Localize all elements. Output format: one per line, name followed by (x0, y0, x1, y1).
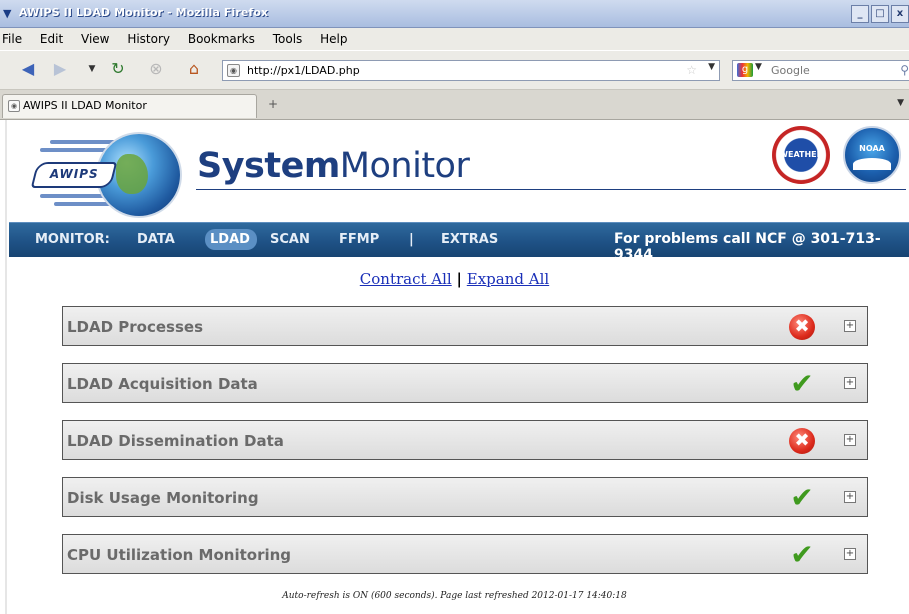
url-input[interactable] (247, 62, 687, 78)
expand-toggle-button[interactable]: + (844, 320, 856, 332)
nav-item-scan[interactable]: SCAN (270, 232, 310, 247)
tab-list-icon[interactable]: ▼ (897, 98, 904, 108)
menu-view[interactable]: View (73, 28, 115, 46)
navigation-toolbar: ◀ ▶ ▼ ↻ ⊗ ⌂ ◉ ☆ ▼ g ▼ ⚲ (0, 51, 909, 90)
page-title: SystemMonitor (197, 146, 470, 186)
noaa-seal-logo: NOAA (843, 126, 901, 184)
support-phone-text: For problems call NCF @ 301-713-9344 (614, 231, 881, 263)
close-button[interactable]: x (891, 5, 909, 23)
expand-all-link[interactable]: Expand All (467, 270, 549, 288)
nav-item-ldad[interactable]: LDAD (210, 232, 250, 247)
title-rest: Monitor (339, 146, 470, 186)
panel-label: LDAD Processes (67, 318, 204, 336)
links-separator: | (456, 270, 462, 288)
menu-tools[interactable]: Tools (265, 28, 309, 46)
menu-bar: File Edit View History Bookmarks Tools H… (0, 28, 909, 50)
expand-toggle-button[interactable]: + (844, 491, 856, 503)
tab-label: AWIPS II LDAD Monitor (23, 99, 147, 112)
ok-checkmark-icon: ✔ (790, 367, 814, 400)
tab-bar: ◉ AWIPS II LDAD Monitor + ▼ (0, 90, 909, 120)
nav-separator: | (409, 232, 414, 247)
search-bar[interactable]: g ▼ ⚲ (732, 60, 909, 81)
awips-logo: AWIPS (26, 134, 206, 218)
panel-ldad-processes[interactable]: LDAD Processes ✖ + (62, 306, 868, 346)
site-favicon-icon: ◉ (227, 64, 240, 77)
ok-checkmark-icon: ✔ (790, 538, 814, 571)
window-menu-icon[interactable]: ▼ (3, 7, 17, 21)
auto-refresh-status: Auto-refresh is ON (600 seconds). Page l… (282, 591, 627, 601)
stop-icon[interactable]: ⊗ (146, 60, 166, 80)
window-titlebar[interactable]: ▼ AWIPS II LDAD Monitor - Mozilla Firefo… (0, 0, 909, 28)
window-controls: _ □ x (851, 5, 909, 23)
menu-history[interactable]: History (119, 28, 176, 46)
engine-dropdown-icon[interactable]: ▼ (755, 62, 762, 72)
ok-checkmark-icon: ✔ (790, 481, 814, 514)
nws-seal-logo: WEATHER (772, 126, 830, 184)
panel-ldad-acquisition-data[interactable]: LDAD Acquisition Data ✔ + (62, 363, 868, 403)
nav-item-ffmp[interactable]: FFMP (339, 232, 379, 247)
menu-file[interactable]: File (0, 28, 28, 46)
google-engine-icon[interactable]: g (737, 63, 753, 77)
history-dropdown-icon[interactable]: ▼ (82, 60, 102, 80)
awips-badge: AWIPS (30, 162, 118, 188)
maximize-button[interactable]: □ (871, 5, 889, 23)
url-bar[interactable]: ◉ ☆ ▼ (222, 60, 720, 81)
panel-disk-usage-monitoring[interactable]: Disk Usage Monitoring ✔ + (62, 477, 868, 517)
minimize-button[interactable]: _ (851, 5, 869, 23)
menu-help[interactable]: Help (312, 28, 353, 46)
expand-toggle-button[interactable]: + (844, 434, 856, 446)
panel-label: LDAD Acquisition Data (67, 375, 258, 393)
awips-logo-text: AWIPS (49, 167, 99, 181)
new-tab-button[interactable]: + (268, 97, 278, 111)
home-icon[interactable]: ⌂ (184, 60, 204, 80)
panel-label: LDAD Dissemination Data (67, 432, 284, 450)
panel-cpu-utilization-monitoring[interactable]: CPU Utilization Monitoring ✔ + (62, 534, 868, 574)
url-dropdown-icon[interactable]: ▼ (708, 62, 715, 72)
back-arrow-icon[interactable]: ◀ (18, 60, 38, 80)
panel-label: Disk Usage Monitoring (67, 489, 259, 507)
expand-toggle-button[interactable]: + (844, 377, 856, 389)
nav-monitor-label: MONITOR: (35, 232, 110, 247)
nav-item-data[interactable]: DATA (137, 232, 175, 247)
error-status-icon: ✖ (789, 428, 815, 454)
tab-ldad-monitor[interactable]: ◉ AWIPS II LDAD Monitor (2, 94, 257, 118)
expand-contract-links: Contract All | Expand All (0, 270, 909, 288)
search-icon[interactable]: ⚲ (900, 63, 909, 77)
search-input[interactable] (771, 63, 891, 78)
nav-item-extras[interactable]: EXTRAS (441, 232, 498, 247)
main-navigation: MONITOR: DATA LDAD SCAN FFMP | EXTRAS Fo… (9, 222, 909, 263)
title-bold: System (197, 146, 340, 186)
panel-label: CPU Utilization Monitoring (67, 546, 292, 564)
contract-all-link[interactable]: Contract All (360, 270, 452, 288)
header-divider (196, 189, 906, 190)
page-left-border (5, 120, 7, 614)
error-status-icon: ✖ (789, 314, 815, 340)
menu-edit[interactable]: Edit (32, 28, 69, 46)
reload-icon[interactable]: ↻ (108, 60, 128, 80)
expand-toggle-button[interactable]: + (844, 548, 856, 560)
noaa-seal-text: NOAA (859, 144, 885, 153)
forward-arrow-icon[interactable]: ▶ (50, 60, 70, 80)
bookmark-star-icon[interactable]: ☆ (686, 63, 697, 77)
tab-favicon-icon: ◉ (8, 100, 20, 112)
nws-seal-text: WEATHER (779, 150, 823, 159)
window-title: AWIPS II LDAD Monitor - Mozilla Firefox (19, 6, 269, 19)
panel-ldad-dissemination-data[interactable]: LDAD Dissemination Data ✖ + (62, 420, 868, 460)
menu-bookmarks[interactable]: Bookmarks (180, 28, 261, 46)
